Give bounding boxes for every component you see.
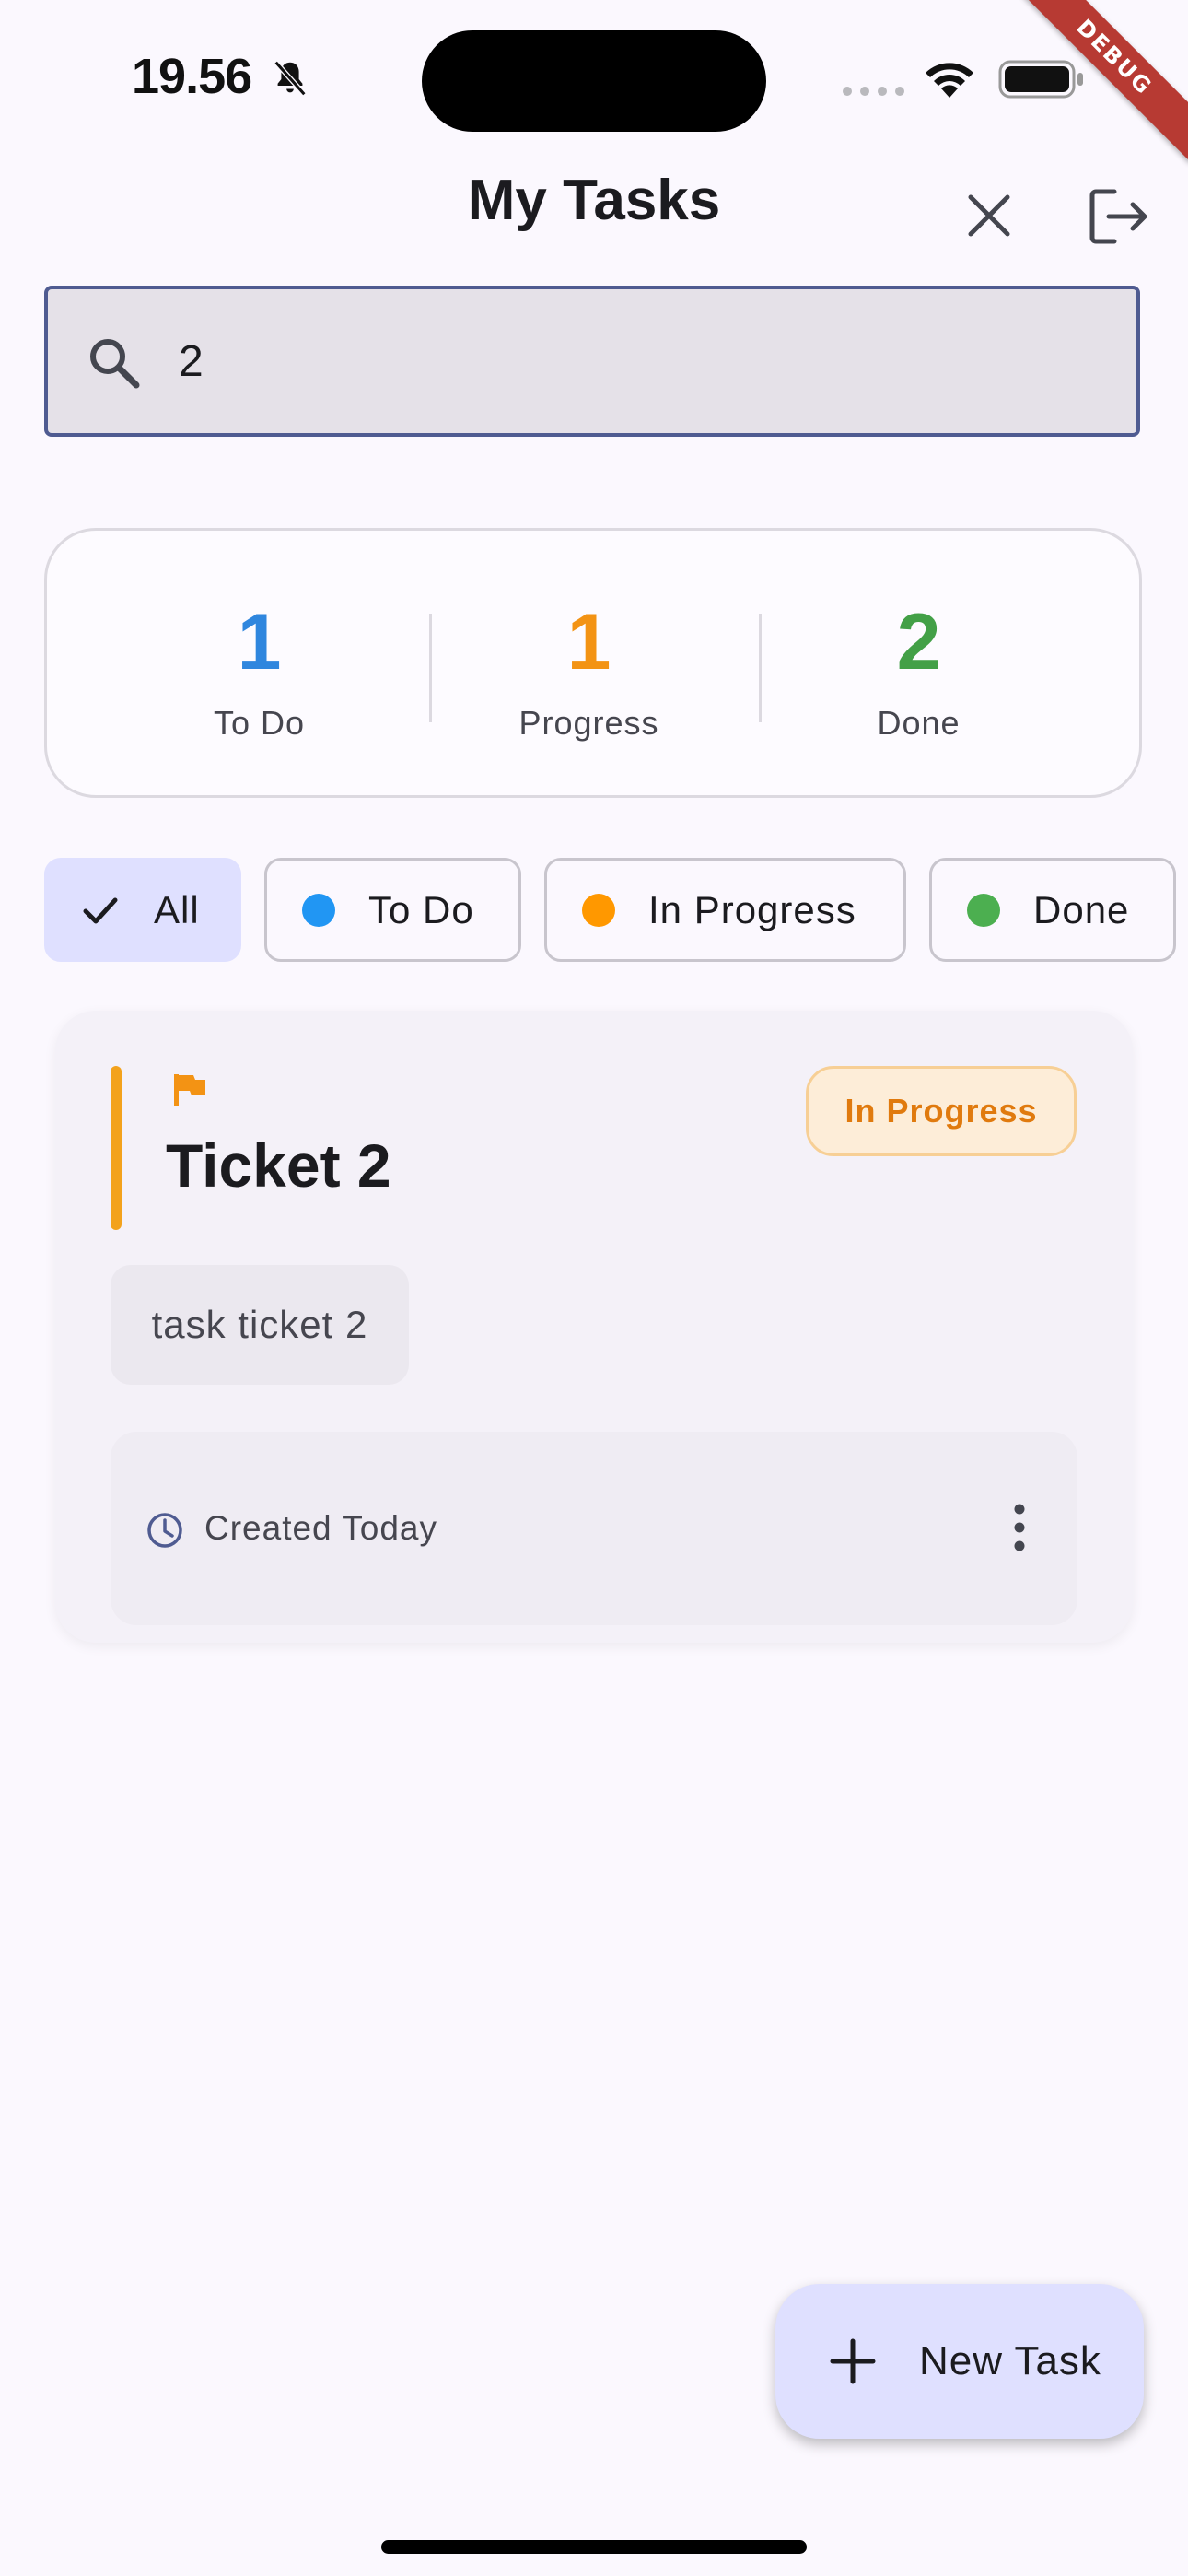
home-indicator xyxy=(381,2540,807,2554)
status-time: 19.56 xyxy=(132,49,252,104)
search-field[interactable] xyxy=(44,286,1140,437)
close-search-button[interactable] xyxy=(958,184,1020,247)
stat-todo-count: 1 xyxy=(237,598,282,686)
new-task-label: New Task xyxy=(919,2338,1101,2383)
flag-icon xyxy=(174,1074,205,1106)
priority-indicator xyxy=(111,1066,122,1230)
stat-done: 2 Done xyxy=(754,531,1083,801)
search-icon xyxy=(90,339,140,389)
task-card[interactable]: Ticket 2 In Progress task ticket 2 Creat… xyxy=(55,1011,1133,1643)
task-meta: Created Today xyxy=(111,1432,1077,1625)
task-description: task ticket 2 xyxy=(111,1265,409,1385)
status-badge: In Progress xyxy=(806,1066,1077,1156)
task-title: Ticket 2 xyxy=(166,1131,391,1200)
created-date: Created Today xyxy=(204,1509,437,1547)
filter-chip-label: All xyxy=(154,887,200,931)
done-dot-icon xyxy=(967,893,1000,927)
more-options-icon[interactable] xyxy=(1006,1500,1033,1555)
search-input[interactable] xyxy=(179,326,1081,396)
wifi-icon xyxy=(926,63,973,98)
stat-todo-label: To Do xyxy=(213,704,306,742)
cellular-signal-icon xyxy=(843,87,904,96)
battery-icon xyxy=(998,60,1083,99)
filter-chip-done[interactable]: Done xyxy=(929,858,1176,962)
plus-icon xyxy=(830,2338,876,2384)
stat-todo: 1 To Do xyxy=(95,531,424,801)
new-task-button[interactable]: New Task xyxy=(775,2284,1144,2439)
clock-icon xyxy=(147,1513,182,1548)
stat-progress-label: Progress xyxy=(518,704,659,742)
check-icon xyxy=(83,897,118,923)
filter-chip-all[interactable]: All xyxy=(44,858,241,962)
dynamic-island xyxy=(422,30,766,132)
task-stats-card: 1 To Do 1 Progress 2 Done xyxy=(44,528,1142,798)
stat-progress: 1 Progress xyxy=(425,531,753,801)
in-progress-dot-icon xyxy=(582,893,615,927)
bell-off-icon xyxy=(274,60,307,97)
stat-done-count: 2 xyxy=(896,598,941,686)
stat-done-label: Done xyxy=(877,704,961,742)
stat-progress-count: 1 xyxy=(566,598,611,686)
filter-chip-label: To Do xyxy=(368,887,474,931)
filter-chip-in-progress[interactable]: In Progress xyxy=(544,858,906,962)
filter-chip-todo[interactable]: To Do xyxy=(264,858,521,962)
todo-dot-icon xyxy=(302,893,335,927)
filter-chip-label: In Progress xyxy=(648,887,856,931)
filter-chip-label: Done xyxy=(1033,887,1130,931)
logout-icon[interactable] xyxy=(1087,186,1151,247)
